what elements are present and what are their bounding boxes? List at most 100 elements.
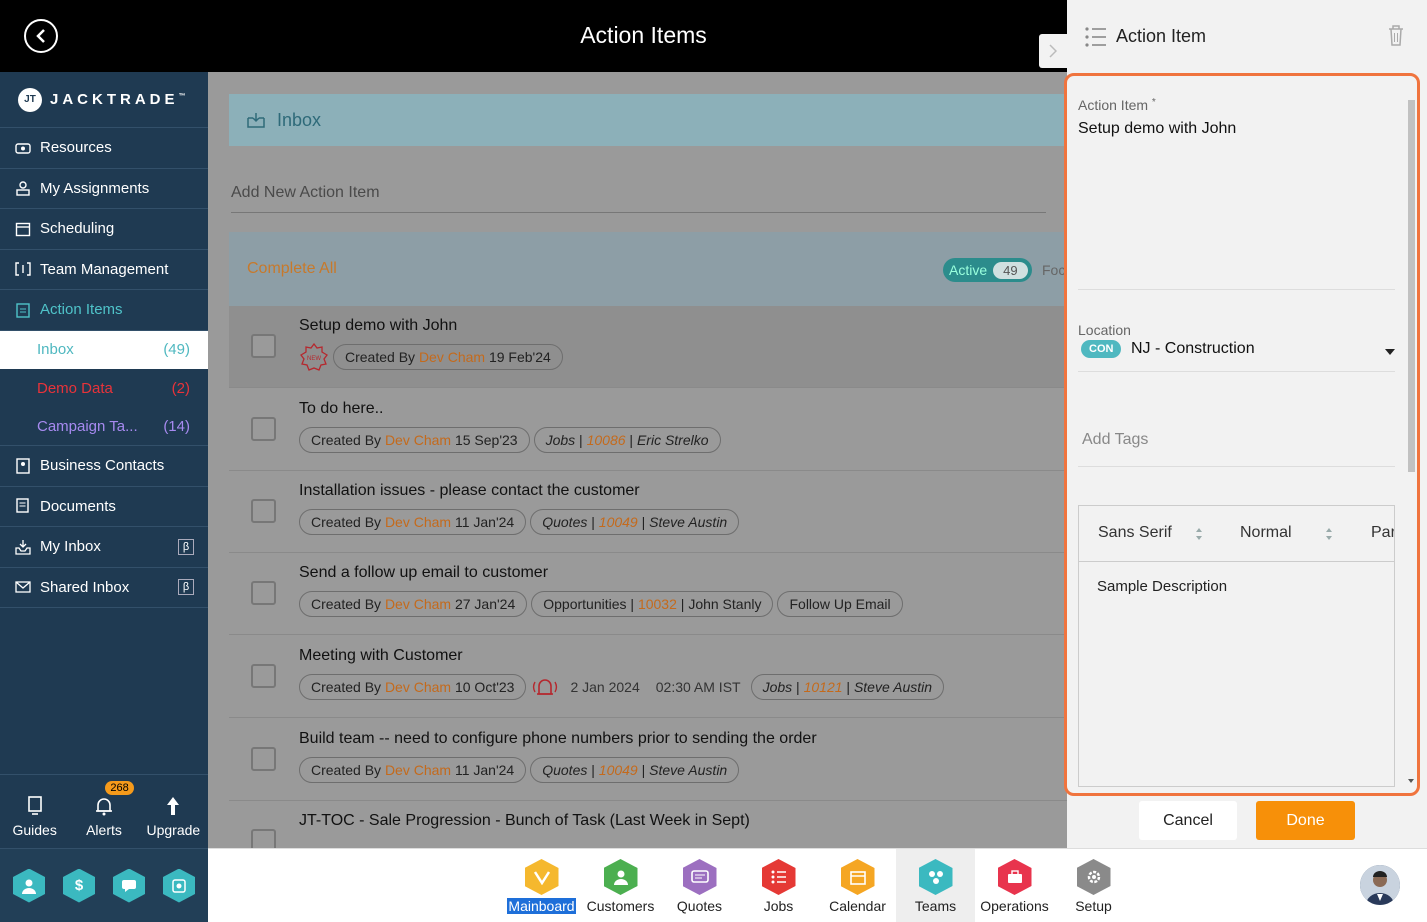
nav-label: Setup [1075,898,1112,914]
bell-icon [95,798,112,816]
linked-record-chip[interactable]: Opportunities | 10032 | John Stanly [531,591,774,617]
sidebar-subitem-inbox[interactable]: Inbox (49) [0,330,208,369]
cancel-button[interactable]: Cancel [1139,801,1237,840]
collapse-panel-button[interactable] [1039,34,1067,68]
upgrade-button[interactable]: Upgrade [139,775,208,848]
complete-all-button[interactable]: Complete All [247,260,337,278]
scroll-down-arrow-icon[interactable] [1407,778,1415,784]
sidebar-subitem-demo-data[interactable]: Demo Data (2) [0,369,208,408]
new-badge-icon: NEW [299,343,329,371]
item-meta: Created By Dev Cham 10 Oct'23 2 Jan 2024… [299,674,945,700]
location-label: Location [1078,322,1131,338]
list-item[interactable]: Meeting with Customer Created By Dev Cha… [229,636,1067,718]
font-size-select[interactable]: Normal [1240,524,1292,542]
sidebar-item-business-contacts[interactable]: Business Contacts [0,446,208,487]
sidebar-item-team-management[interactable]: Team Management [0,250,208,290]
subitem-label: Inbox [37,341,74,359]
alerts-button[interactable]: 268 Alerts [69,775,138,848]
trash-icon [1389,25,1403,46]
complete-checkbox[interactable] [251,417,276,441]
focus-filter-partial[interactable]: Foc [1042,262,1065,278]
sidebar-item-label: Team Management [40,260,169,278]
chat-app-icon[interactable] [113,868,145,903]
nav-operations[interactable]: Operations [975,849,1054,922]
nav-jobs[interactable]: Jobs [739,849,818,922]
section-title: Inbox [277,109,322,130]
list-item[interactable]: Installation issues - please contact the… [229,471,1067,553]
item-meta: NEW Created By Dev Cham 19 Feb'24 [299,343,563,371]
quotes-icon [682,859,717,895]
active-label: Active [949,262,988,278]
linked-record-chip[interactable]: Jobs | 10086 | Eric Strelko [533,427,721,453]
sidebar-item-my-assignments[interactable]: My Assignments [0,169,208,209]
tags-underline [1078,466,1395,467]
form-scrollbar-thumb[interactable] [1408,100,1415,472]
resources-icon [14,141,32,155]
location-select[interactable]: NJ - Construction [1131,340,1255,358]
panel-header: Action Item [1067,0,1427,72]
nav-customers[interactable]: Customers [581,849,660,922]
complete-checkbox[interactable] [251,499,276,523]
settings-app-icon[interactable] [163,868,195,903]
nav-teams[interactable]: Teams [896,849,975,922]
sidebar-bottom-actions: Guides 268 Alerts Upgrade [0,774,208,848]
complete-checkbox[interactable] [251,334,276,358]
nav-calendar[interactable]: Calendar [818,849,897,922]
item-meta: Created By Dev Cham 11 Jan'24 Quotes | 1… [299,757,740,783]
complete-checkbox[interactable] [251,747,276,771]
panel-title: Action Item [1116,26,1207,46]
guides-button[interactable]: Guides [0,775,69,848]
back-button[interactable] [24,19,58,53]
guides-label: Guides [12,822,57,838]
user-avatar[interactable] [1360,865,1400,905]
action-item-textarea[interactable]: Setup demo with John [1078,120,1236,138]
dollar-app-icon[interactable]: $ [63,868,95,903]
editor-toolbar: Sans Serif Normal Parag [1079,506,1394,562]
sidebar-item-scheduling[interactable]: Scheduling [0,209,208,250]
add-action-item-input[interactable]: Add New Action Item [231,184,1046,213]
complete-checkbox[interactable] [251,664,276,688]
list-item[interactable]: To do here.. Created By Dev Cham 15 Sep'… [229,389,1067,471]
sidebar-item-my-inbox[interactable]: My Inbox β [0,527,208,568]
list-item[interactable]: Send a follow up email to customer Creat… [229,553,1067,635]
complete-checkbox[interactable] [251,829,276,848]
item-title: Send a follow up email to customer [299,564,549,581]
nav-quotes[interactable]: Quotes [660,849,739,922]
subitem-label: Campaign Ta... [37,417,138,435]
complete-checkbox[interactable] [251,581,276,605]
user-app-icon[interactable] [13,868,45,903]
sidebar-item-shared-inbox[interactable]: Shared Inbox β [0,568,208,608]
sidebar-subitem-campaign[interactable]: Campaign Ta... (14) [0,408,208,446]
sidebar-item-documents[interactable]: Documents [0,487,208,527]
jacktrade-logo-icon: JT [18,87,42,112]
teams-icon [918,859,953,895]
done-button[interactable]: Done [1256,801,1355,840]
nav-setup[interactable]: Setup [1054,849,1133,922]
list-item[interactable]: JT-TOC - Sale Progression - Bunch of Tas… [229,801,1067,848]
add-tags-input[interactable]: Add Tags [1082,431,1148,449]
active-count: 49 [993,261,1028,279]
delete-button[interactable] [1387,24,1405,51]
tag-chip[interactable]: Follow Up Email [777,591,903,617]
description-editor[interactable]: Sans Serif Normal Parag Sample Descripti… [1078,505,1395,787]
dropdown-caret-icon[interactable] [1385,349,1395,355]
active-filter-pill[interactable]: Active 49 [943,258,1032,282]
linked-record-chip[interactable]: Jobs | 10121 | Steve Austin [750,674,945,700]
paragraph-select[interactable]: Parag [1371,524,1394,542]
nav-mainboard[interactable]: Mainboard [502,849,581,922]
created-by-chip: Created By Dev Cham 15 Sep'23 [299,427,530,453]
top-header [0,0,1067,72]
list-toolbar: Complete All Active 49 Foc [229,232,1067,306]
list-item[interactable]: Build team -- need to configure phone nu… [229,719,1067,801]
created-by-chip: Created By Dev Cham 10 Oct'23 [299,674,527,700]
sidebar-item-action-items[interactable]: Action Items [0,290,208,331]
linked-record-chip[interactable]: Quotes | 10049 | Steve Austin [530,757,740,783]
list-item[interactable]: Setup demo with John NEW Created By Dev … [229,306,1067,388]
description-text[interactable]: Sample Description [1097,578,1227,595]
alarm-bell-icon [530,674,560,700]
action-item-panel: Action Item Action Item * Setup demo wit… [1064,0,1427,848]
font-family-select[interactable]: Sans Serif [1098,524,1172,542]
linked-record-chip[interactable]: Quotes | 10049 | Steve Austin [530,509,740,535]
brand-logo[interactable]: JT JACKTRADE™ [0,72,208,128]
sidebar-item-resources[interactable]: Resources [0,128,208,169]
